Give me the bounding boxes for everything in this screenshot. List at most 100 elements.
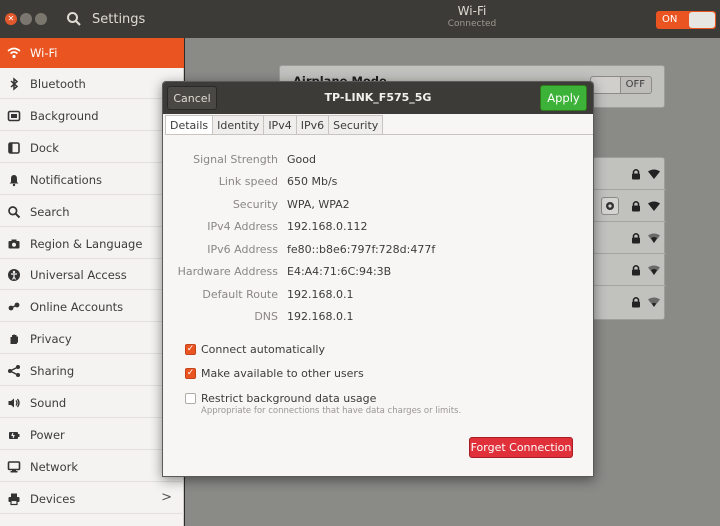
available-to-other-users-checkbox[interactable]: ✓ — [185, 368, 196, 379]
sidebar-item-label: Universal Access — [30, 267, 127, 282]
detail-row-link-speed: Link speed 650 Mb/s — [163, 175, 593, 191]
connect-automatically-checkbox[interactable]: ✓ — [185, 344, 196, 355]
forget-connection-button[interactable]: Forget Connection — [469, 437, 573, 458]
hand-icon — [7, 332, 21, 346]
detail-row-default-route: Default Route 192.168.0.1 — [163, 288, 593, 304]
sidebar-item-power[interactable]: Power — [0, 420, 184, 450]
airplane-toggle-label: OFF — [625, 79, 645, 90]
detail-key: IPv6 Address — [207, 243, 278, 256]
network-row[interactable] — [591, 254, 666, 286]
sidebar-item-label: Online Accounts — [30, 299, 124, 314]
option-label: Restrict background data usage — [201, 392, 377, 405]
panel-title-block: Wi-Fi Connected — [400, 4, 544, 29]
sidebar-item-label: Sharing — [30, 363, 75, 378]
sidebar-item-bluetooth[interactable]: Bluetooth — [0, 69, 184, 99]
toggle-knob — [591, 77, 621, 93]
sidebar-item-sound[interactable]: Sound — [0, 388, 184, 418]
lock-icon — [632, 265, 640, 276]
sidebar-item-region-language[interactable]: Region & Language — [0, 229, 184, 259]
apply-button[interactable]: Apply — [540, 85, 587, 111]
detail-value: 192.168.0.1 — [287, 310, 354, 323]
search-button[interactable] — [66, 11, 82, 27]
sidebar-item-sharing[interactable]: Sharing — [0, 356, 184, 386]
tab-divider — [165, 134, 593, 135]
option-text-block: Restrict background data usage Appropria… — [201, 392, 461, 416]
option-label: Connect automatically — [201, 343, 325, 356]
network-row[interactable] — [591, 222, 666, 254]
maximize-window-button[interactable] — [35, 13, 47, 25]
detail-value: E4:A4:71:6C:94:3B — [287, 265, 392, 278]
connection-dialog: Cancel TP-LINK_F575_5G Apply Details Ide… — [162, 81, 594, 477]
network-settings-button[interactable] — [601, 197, 619, 215]
detail-value: 192.168.0.112 — [287, 220, 368, 233]
detail-key: Default Route — [202, 288, 278, 301]
sidebar-item-dock[interactable]: Dock — [0, 133, 184, 163]
sidebar-item-online-accounts[interactable]: Online Accounts — [0, 292, 184, 322]
gear-icon — [606, 202, 614, 210]
printer-icon — [7, 492, 21, 506]
option-label: Make available to other users — [201, 367, 364, 380]
detail-key: Signal Strength — [193, 153, 278, 166]
detail-row-ipv6-address: IPv6 Address fe80::b8e6:797f:728d:477f — [163, 243, 593, 259]
panel-title: Wi-Fi — [457, 4, 487, 18]
sidebar-item-label: Power — [30, 427, 65, 442]
network-row[interactable] — [591, 286, 666, 318]
network-list — [590, 157, 666, 320]
wifi-signal-icon — [648, 265, 660, 275]
sidebar-item-network[interactable]: Network — [0, 452, 184, 482]
sidebar-item-label: Notifications — [30, 172, 102, 187]
wifi-icon — [7, 46, 21, 60]
lock-icon — [632, 201, 640, 212]
sidebar-item-label: Dock — [30, 140, 59, 155]
tab-ipv4[interactable]: IPv4 — [264, 115, 297, 135]
connect-automatically-option[interactable]: ✓ Connect automatically — [185, 343, 325, 357]
search-icon — [7, 205, 21, 219]
wifi-signal-icon — [648, 233, 660, 243]
cancel-button[interactable]: Cancel — [167, 86, 217, 110]
restrict-background-data-checkbox[interactable] — [185, 393, 196, 404]
sidebar-item-devices[interactable]: Devices > — [0, 484, 184, 514]
sidebar-item-universal-access[interactable]: Universal Access — [0, 260, 184, 290]
detail-value: Good — [287, 153, 316, 166]
option-sublabel: Appropriate for connections that have da… — [201, 406, 462, 416]
online-accounts-icon — [7, 300, 21, 314]
restrict-background-data-option[interactable]: Restrict background data usage Appropria… — [185, 392, 461, 416]
bluetooth-icon — [7, 76, 21, 91]
sidebar-item-privacy[interactable]: Privacy — [0, 324, 184, 354]
sidebar-item-search[interactable]: Search — [0, 197, 184, 227]
sidebar-item-wifi[interactable]: Wi-Fi — [0, 38, 184, 68]
tab-details[interactable]: Details — [165, 115, 214, 135]
detail-value: 650 Mb/s — [287, 175, 338, 188]
detail-key: DNS — [254, 310, 278, 323]
available-to-other-users-option[interactable]: ✓ Make available to other users — [185, 367, 364, 381]
close-window-button[interactable]: ✕ — [5, 13, 17, 25]
sidebar-item-notifications[interactable]: Notifications — [0, 165, 184, 195]
tab-ipv6[interactable]: IPv6 — [296, 115, 330, 135]
sidebar-item-label: Privacy — [30, 331, 72, 346]
app-title: Settings — [92, 12, 146, 27]
wifi-power-toggle[interactable]: ON — [656, 11, 716, 29]
search-icon — [67, 12, 81, 26]
minimize-window-button[interactable] — [20, 13, 32, 25]
sidebar: Wi-Fi Bluetooth Background Dock Notifica… — [0, 38, 184, 526]
sidebar-item-background[interactable]: Background — [0, 101, 184, 131]
tab-identity[interactable]: Identity — [213, 115, 265, 135]
detail-row-hardware-address: Hardware Address E4:A4:71:6C:94:3B — [163, 265, 593, 281]
panel-status: Connected — [447, 19, 497, 29]
network-row[interactable] — [591, 190, 666, 222]
sidebar-item-label: Background — [30, 108, 99, 123]
detail-value: 192.168.0.1 — [287, 288, 354, 301]
detail-row-signal-strength: Signal Strength Good — [163, 153, 593, 169]
tab-security[interactable]: Security — [329, 115, 384, 135]
dock-icon — [7, 141, 21, 155]
detail-value: fe80::b8e6:797f:728d:477f — [287, 243, 436, 256]
network-row[interactable] — [591, 158, 666, 190]
dialog-tabs: Details Identity IPv4 IPv6 Security — [165, 115, 384, 135]
sidebar-item-label: Network — [30, 459, 79, 474]
wifi-signal-icon — [648, 169, 660, 179]
sidebar-item-label: Search — [30, 204, 70, 219]
detail-row-security: Security WPA, WPA2 — [163, 198, 593, 214]
airplane-mode-toggle[interactable]: OFF — [590, 76, 652, 94]
detail-value: WPA, WPA2 — [287, 198, 350, 211]
detail-key: Hardware Address — [177, 265, 278, 278]
